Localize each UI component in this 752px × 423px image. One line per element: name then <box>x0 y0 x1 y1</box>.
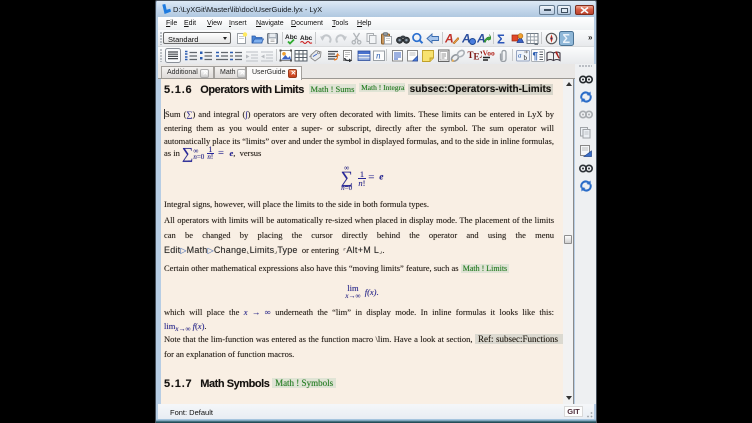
svg-text:Abc: Abc <box>300 35 313 42</box>
svg-text:TEX: TEX <box>467 50 482 62</box>
svg-text:a: a <box>518 52 522 60</box>
svg-text:Abc: Abc <box>285 34 298 41</box>
svg-text:b: b <box>523 54 527 62</box>
svg-text:¶: ¶ <box>533 51 539 62</box>
svg-text:Σ: Σ <box>563 32 571 46</box>
svg-text:A: A <box>477 32 486 45</box>
svg-text:Σ: Σ <box>497 32 505 45</box>
svg-text:A: A <box>445 32 454 45</box>
svg-text:n: n <box>376 51 381 61</box>
svg-text:Voo: Voo <box>483 49 495 58</box>
